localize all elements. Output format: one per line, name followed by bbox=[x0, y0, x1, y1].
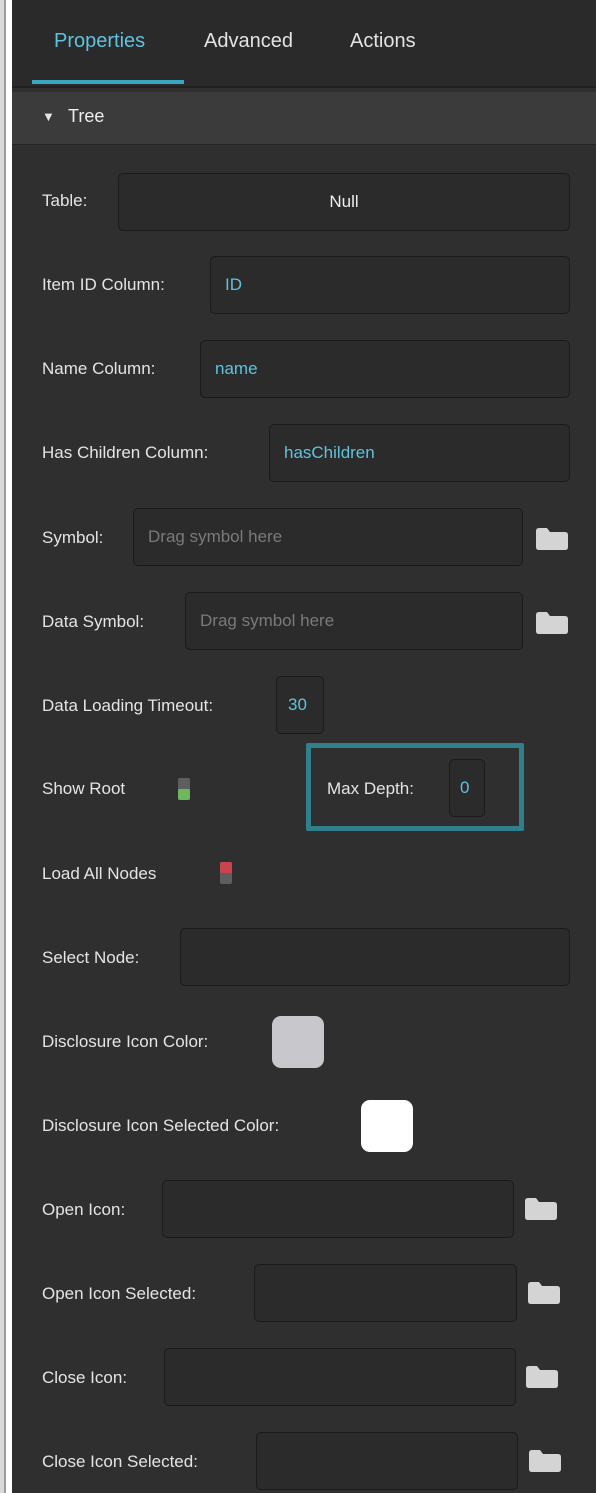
open-icon-selected-field[interactable] bbox=[254, 1264, 517, 1322]
open-icon-field[interactable] bbox=[162, 1180, 514, 1238]
select-node-field[interactable] bbox=[180, 928, 570, 986]
folder-icon[interactable] bbox=[529, 1450, 561, 1472]
close-icon-label: Close Icon: bbox=[42, 1368, 128, 1387]
item-id-column-label: Item ID Column: bbox=[42, 275, 165, 294]
max-depth-field[interactable]: 0 bbox=[449, 759, 485, 817]
folder-icon[interactable] bbox=[526, 1366, 558, 1388]
tab-actions[interactable]: Actions bbox=[350, 30, 416, 53]
folder-icon[interactable] bbox=[528, 1282, 560, 1304]
load-all-nodes-toggle[interactable] bbox=[220, 862, 232, 884]
section-title: Tree bbox=[68, 106, 105, 126]
close-icon-selected-field[interactable] bbox=[256, 1432, 518, 1490]
close-icon-field[interactable] bbox=[164, 1348, 516, 1406]
name-column-label: Name Column: bbox=[42, 359, 156, 378]
data-symbol-label: Data Symbol: bbox=[42, 612, 145, 631]
section-header-tree[interactable]: ▼ Tree bbox=[12, 92, 596, 145]
symbol-label: Symbol: bbox=[42, 528, 104, 547]
table-label: Table: bbox=[42, 191, 88, 210]
toggle-knob bbox=[220, 862, 232, 873]
folder-icon[interactable] bbox=[536, 528, 568, 550]
data-loading-timeout-label: Data Loading Timeout: bbox=[42, 696, 214, 715]
toggle-knob bbox=[178, 789, 190, 800]
has-children-column-label: Has Children Column: bbox=[42, 443, 209, 462]
tab-bar: Properties Advanced Actions bbox=[12, 0, 596, 88]
select-node-label: Select Node: bbox=[42, 948, 140, 967]
item-id-column-field[interactable]: ID bbox=[210, 256, 570, 314]
name-column-field[interactable]: name bbox=[200, 340, 570, 398]
folder-icon[interactable] bbox=[525, 1198, 557, 1220]
open-icon-label: Open Icon: bbox=[42, 1200, 126, 1219]
table-field[interactable]: Null bbox=[118, 173, 570, 231]
has-children-column-field[interactable]: hasChildren bbox=[269, 424, 570, 482]
data-loading-timeout-field[interactable]: 30 bbox=[276, 676, 324, 734]
disclosure-icon-color-swatch[interactable] bbox=[272, 1016, 324, 1068]
folder-icon[interactable] bbox=[536, 612, 568, 634]
data-symbol-field[interactable]: Drag symbol here bbox=[185, 592, 523, 650]
disclosure-icon-color-label: Disclosure Icon Color: bbox=[42, 1032, 209, 1051]
tab-properties[interactable]: Properties bbox=[54, 30, 145, 53]
open-icon-selected-label: Open Icon Selected: bbox=[42, 1284, 197, 1303]
disclosure-icon-selected-color-swatch[interactable] bbox=[361, 1100, 413, 1152]
disclosure-icon-selected-color-label: Disclosure Icon Selected Color: bbox=[42, 1116, 280, 1135]
properties-panel: Properties Advanced Actions ▼ Tree Table… bbox=[12, 0, 596, 1493]
show-root-toggle[interactable] bbox=[178, 778, 190, 800]
active-tab-indicator bbox=[32, 80, 184, 84]
tab-advanced[interactable]: Advanced bbox=[204, 30, 293, 53]
disclosure-triangle-icon: ▼ bbox=[42, 109, 55, 124]
max-depth-label: Max Depth: bbox=[327, 779, 414, 798]
close-icon-selected-label: Close Icon Selected: bbox=[42, 1452, 198, 1471]
show-root-label: Show Root bbox=[42, 779, 126, 798]
symbol-field[interactable]: Drag symbol here bbox=[133, 508, 523, 566]
load-all-nodes-label: Load All Nodes bbox=[42, 864, 157, 883]
left-edge-shadow bbox=[4, 0, 6, 1493]
